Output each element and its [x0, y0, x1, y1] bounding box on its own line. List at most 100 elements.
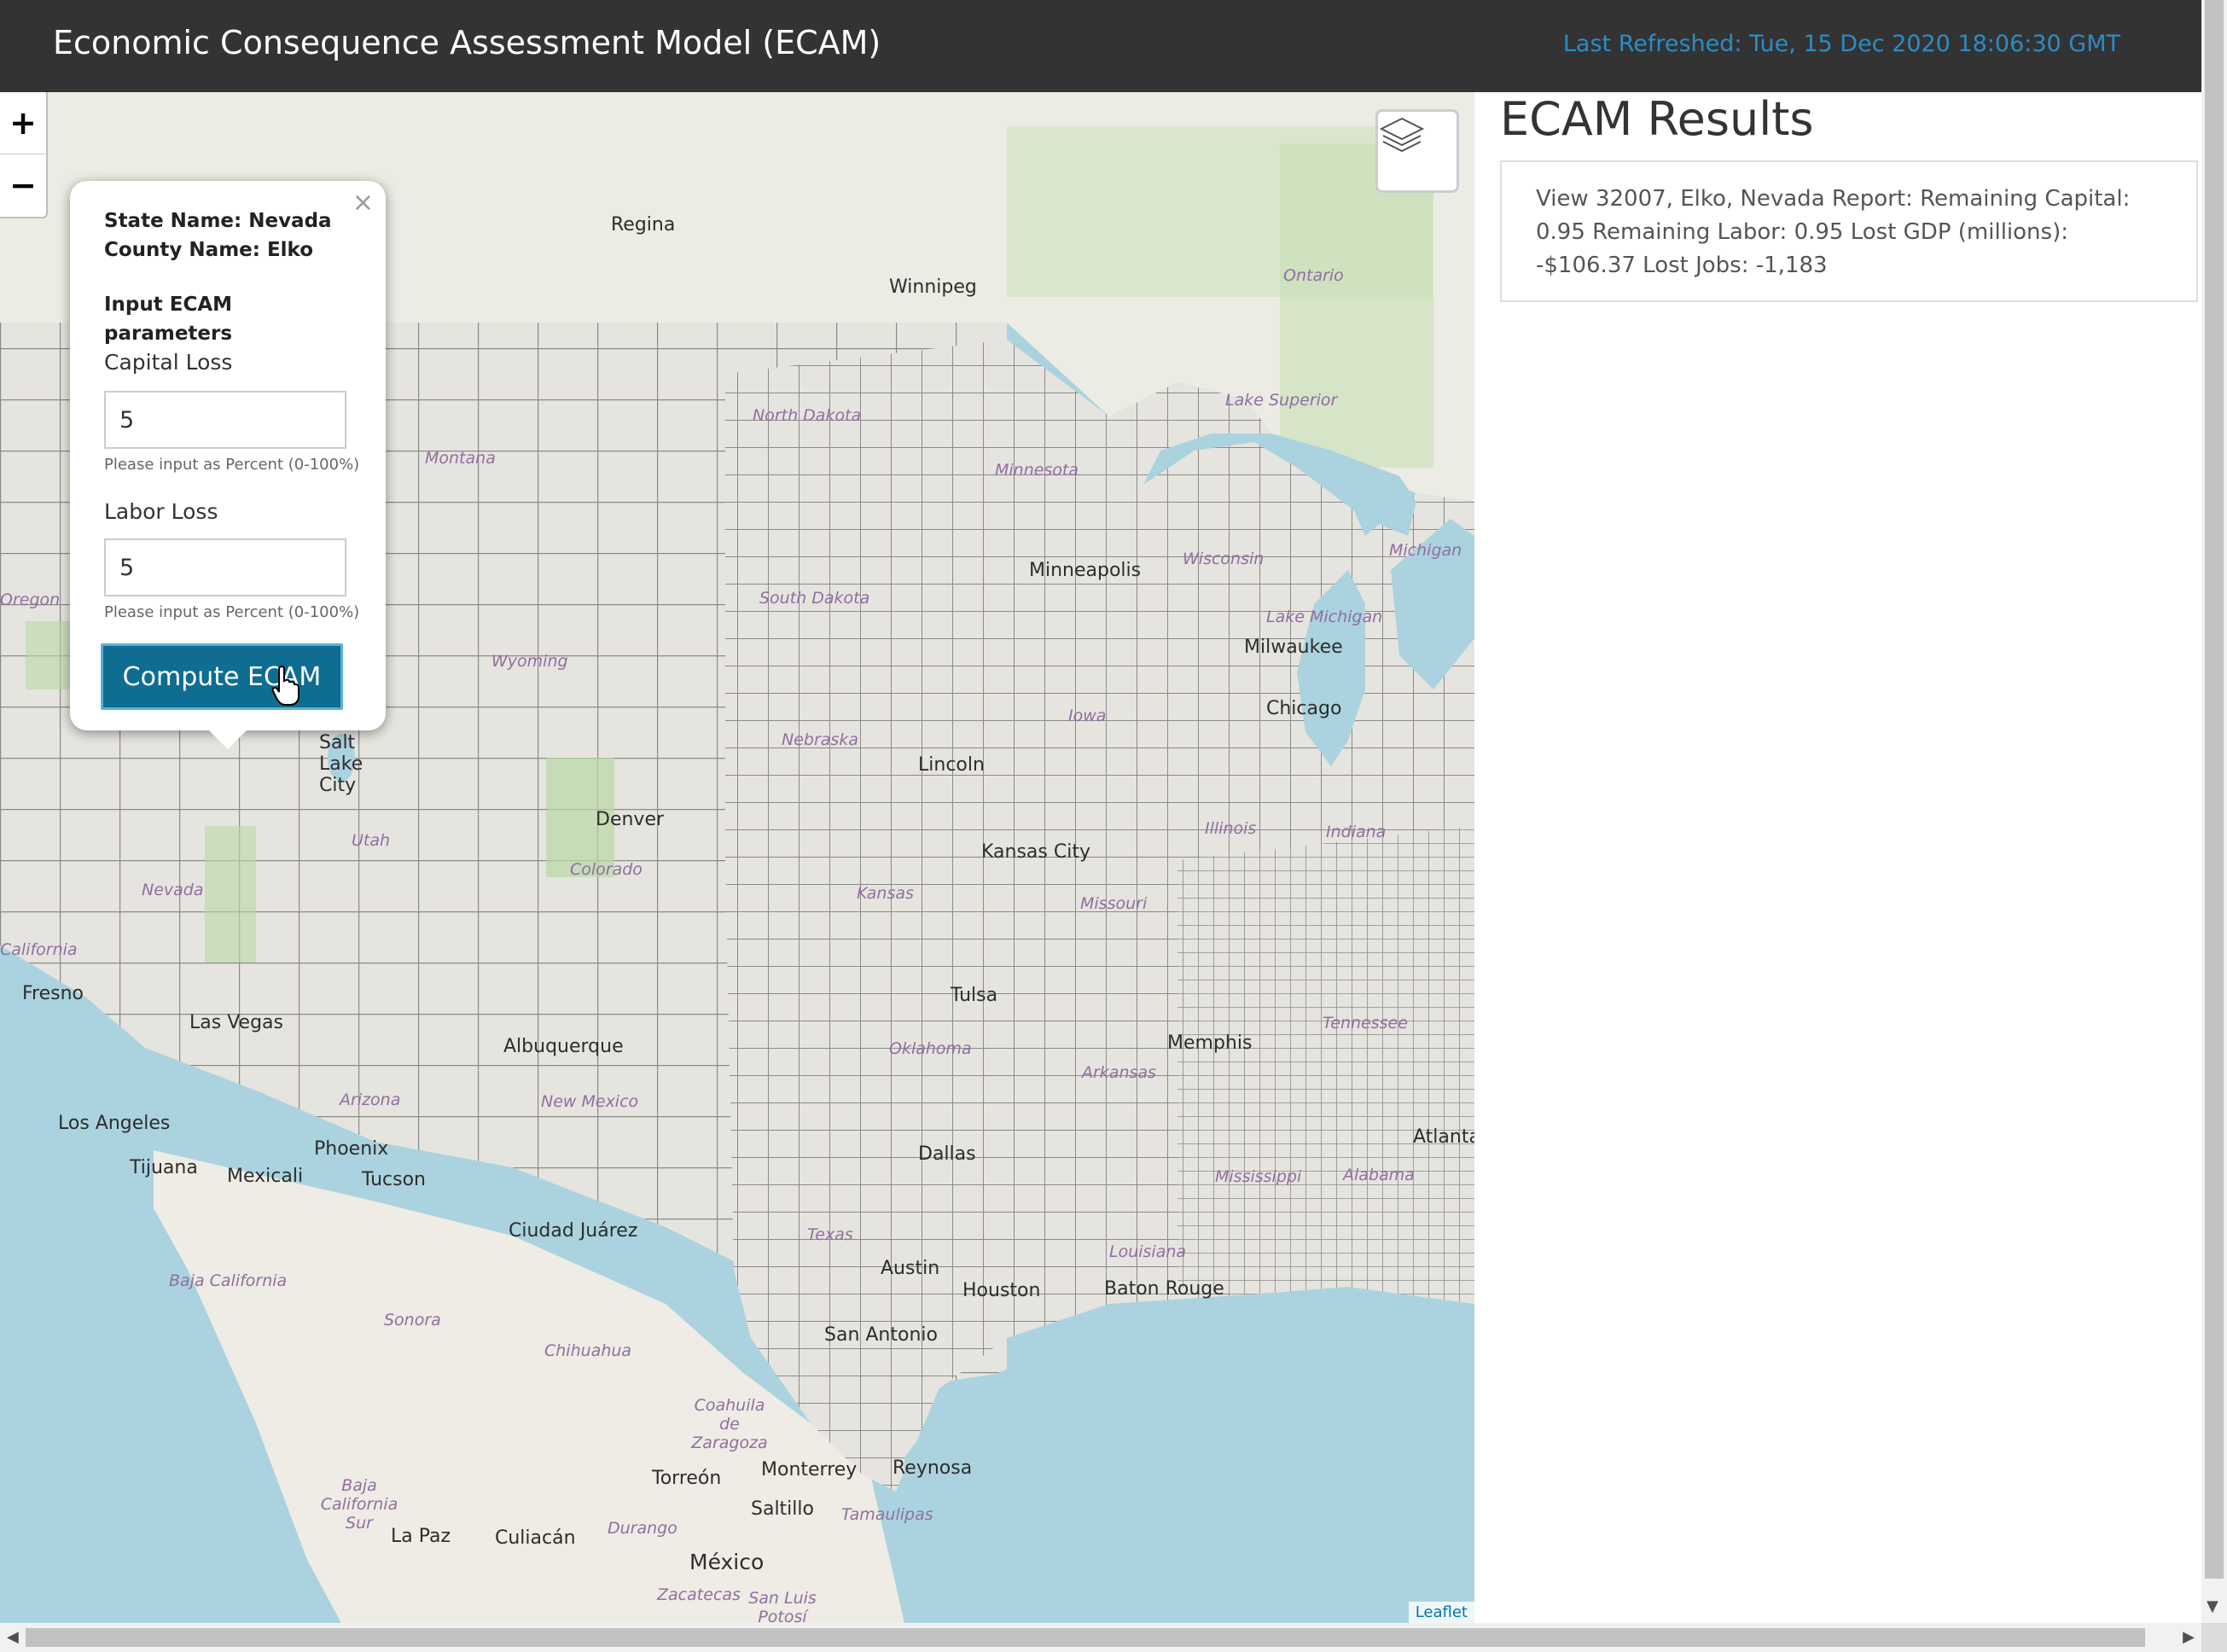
- map-label-city: Dallas: [918, 1143, 976, 1165]
- map-label-region: South Dakota: [759, 589, 870, 608]
- map-label-region: Lake Michigan: [1266, 608, 1383, 626]
- map-label-city: Denver: [596, 809, 665, 830]
- capital-loss-input[interactable]: 5: [104, 391, 346, 449]
- capital-loss-help: Please input as Percent (0-100%): [104, 456, 360, 474]
- map-label-region: San Luis Potosí: [748, 1589, 817, 1623]
- map-label-region: Minnesota: [995, 461, 1079, 480]
- map-label-region: Baja California: [169, 1271, 288, 1290]
- vertical-scrollbar[interactable]: ▼: [2201, 0, 2227, 1623]
- horizontal-scroll-thumb[interactable]: [26, 1628, 2145, 1647]
- horizontal-scrollbar[interactable]: ◀ ▶: [0, 1623, 2201, 1652]
- map-label-region: Texas: [807, 1225, 853, 1244]
- map-label-region: Missouri: [1080, 894, 1148, 913]
- map-label-city: Torreón: [652, 1468, 722, 1489]
- map-label-city: Reynosa: [893, 1457, 973, 1479]
- capital-loss-label: Capital Loss: [104, 350, 233, 375]
- app-title: Economic Consequence Assessment Model (E…: [53, 24, 881, 61]
- results-title: ECAM Results: [1500, 92, 1814, 146]
- map-label-city: Austin: [881, 1258, 940, 1279]
- map-label-region: Mississippi: [1215, 1167, 1302, 1186]
- results-report-text: View 32007, Elko, Nevada Report: Remaini…: [1536, 186, 2131, 278]
- layers-control-button[interactable]: [1375, 109, 1459, 193]
- map-label-city: Minneapolis: [1029, 560, 1142, 581]
- map-label-region: Alabama: [1343, 1166, 1415, 1184]
- map-label-region: Montana: [425, 449, 496, 468]
- results-panel: View 32007, Elko, Nevada Report: Remaini…: [1500, 160, 2198, 302]
- map-label-city: Saltillo: [751, 1498, 814, 1520]
- map-label-city: San Antonio: [824, 1324, 938, 1346]
- top-navbar: Economic Consequence Assessment Model (E…: [0, 0, 2201, 92]
- map-label-city: Regina: [611, 214, 676, 236]
- zoom-out-button[interactable]: −: [0, 154, 46, 216]
- popup-tip: [209, 730, 247, 749]
- map-label-region: Kansas: [857, 884, 914, 903]
- map-label-city: Fresno: [22, 983, 84, 1004]
- map-label-region: Sonora: [384, 1311, 441, 1329]
- map-label-region: Tennessee: [1323, 1014, 1408, 1032]
- map-label-region: Chihuahua: [544, 1341, 632, 1360]
- map-label-city: Milwaukee: [1244, 637, 1343, 658]
- map-label-city: Albuquerque: [503, 1036, 624, 1057]
- scroll-right-arrow[interactable]: ▶: [2183, 1628, 2195, 1646]
- map-label-city: Houston: [962, 1280, 1041, 1301]
- map-label-region: Wyoming: [491, 652, 568, 671]
- map-label-region: Arizona: [340, 1091, 401, 1109]
- map-label-region: Utah: [352, 831, 391, 850]
- map-label-city: Phoenix: [314, 1138, 389, 1160]
- map-label-city: Las Vegas: [189, 1012, 283, 1033]
- zoom-in-button[interactable]: +: [0, 92, 46, 154]
- scroll-down-arrow[interactable]: ▼: [2207, 1597, 2218, 1615]
- hand-cursor-icon: [271, 666, 299, 706]
- map-label-city: Monterrey: [761, 1459, 858, 1480]
- map-label-region: Oklahoma: [889, 1039, 972, 1058]
- map-label-region: Arkansas: [1082, 1063, 1156, 1082]
- map-attribution-link[interactable]: Leaflet: [1408, 1602, 1474, 1623]
- parameters-heading: Input ECAM parameters: [104, 294, 233, 345]
- zoom-control: + −: [0, 92, 48, 218]
- map-label-city: Tijuana: [130, 1157, 198, 1178]
- county-name: County Name: Elko: [104, 239, 314, 261]
- map-label-city: Ciudad Juárez: [509, 1220, 638, 1242]
- map-label-region: Louisiana: [1109, 1242, 1187, 1261]
- labor-loss-help: Please input as Percent (0-100%): [104, 603, 360, 621]
- map-label-city: Winnipeg: [889, 276, 977, 298]
- map-label-city: Baton Rouge: [1104, 1278, 1224, 1300]
- map-label-region: Baja California Sur: [320, 1476, 398, 1533]
- map-label-region: Tamaulipas: [841, 1505, 933, 1524]
- map-label-city: Chicago: [1266, 698, 1342, 719]
- map-label-city: Culiacán: [495, 1527, 576, 1549]
- map-label-region: Zacatecas: [657, 1585, 741, 1604]
- map-label-city: Los Angeles: [58, 1113, 171, 1134]
- map-label-region: North Dakota: [753, 406, 862, 425]
- map-label-region: Colorado: [570, 860, 643, 879]
- map-label-city: México: [689, 1550, 765, 1574]
- labor-loss-input[interactable]: 5: [104, 538, 346, 596]
- map-label-city: Memphis: [1167, 1032, 1253, 1054]
- map-label-region: Coahuila de Zaragoza: [691, 1396, 768, 1452]
- map-label-region: Lake Superior: [1225, 391, 1338, 410]
- map-label-region: California: [0, 940, 78, 959]
- scroll-left-arrow[interactable]: ◀: [7, 1628, 19, 1646]
- map-label-region: Nevada: [142, 881, 204, 899]
- map-label-city: Tulsa: [951, 985, 998, 1006]
- map-label-city: Kansas City: [981, 841, 1090, 863]
- map-label-region: Michigan: [1389, 541, 1462, 560]
- layers-icon: [1379, 117, 1425, 153]
- map-label-city: Tucson: [362, 1169, 427, 1190]
- state-name: State Name: Nevada: [104, 210, 332, 232]
- map-label-region: Wisconsin: [1183, 550, 1265, 568]
- map-label-city: Lincoln: [918, 754, 985, 776]
- map-label-region: Ontario: [1283, 266, 1344, 285]
- map-label-region: Illinois: [1205, 819, 1257, 838]
- map-label-city: Atlanta: [1413, 1126, 1474, 1148]
- map-label-region: Oregon: [0, 590, 61, 609]
- last-refreshed: Last Refreshed: Tue, 15 Dec 2020 18:06:3…: [1562, 31, 2120, 57]
- map-label-region: Durango: [608, 1519, 677, 1538]
- map-label-region: New Mexico: [541, 1092, 639, 1111]
- vertical-scroll-thumb[interactable]: [2205, 0, 2224, 1579]
- county-popup: × State Name: Nevada County Name: Elko I…: [70, 181, 386, 730]
- map-label-region: Indiana: [1326, 823, 1387, 841]
- compute-ecam-button[interactable]: Compute ECAM: [101, 643, 343, 710]
- scrollbar-corner: [2201, 1623, 2227, 1652]
- map-label-city: Mexicali: [227, 1166, 304, 1187]
